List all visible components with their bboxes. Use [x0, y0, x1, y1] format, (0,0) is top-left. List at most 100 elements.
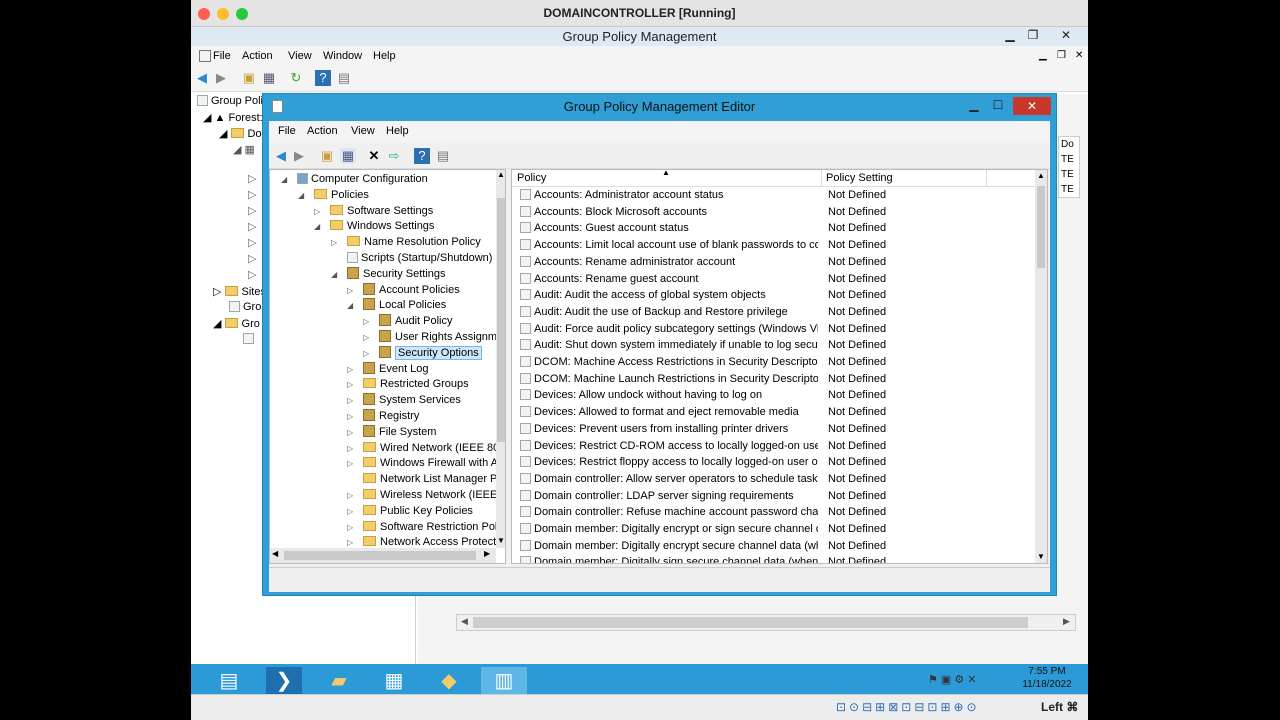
horizontal-scrollbar[interactable]: ◀ ▶ [456, 614, 1076, 631]
file-explorer-icon[interactable]: ▰ [321, 667, 357, 694]
export-icon[interactable]: ⇨ [386, 148, 402, 164]
tree-expander[interactable]: ▷ [248, 204, 256, 217]
maximize-icon[interactable]: ☐ [987, 98, 1009, 114]
tree-expander-icon[interactable]: ▷ [331, 235, 347, 250]
tree-item-group-policy[interactable]: Group Poli [197, 95, 263, 107]
zoom-icon[interactable] [236, 8, 248, 20]
tree-expander[interactable]: ▷ [248, 172, 256, 185]
scroll-right-icon[interactable]: ▶ [1063, 616, 1070, 627]
menu-action[interactable]: Action [307, 125, 338, 137]
table-row[interactable]: Devices: Prevent users from installing p… [512, 421, 1035, 438]
delete-icon[interactable]: ✕ [366, 148, 382, 164]
tree-expander-icon[interactable]: ▷ [347, 504, 363, 519]
table-row[interactable]: Accounts: Administrator account status No… [512, 187, 1035, 204]
close-icon[interactable]: ✕ [1013, 97, 1051, 115]
tree-item[interactable]: ▷ Name Resolution Policy [331, 235, 481, 250]
table-row[interactable]: Accounts: Rename administrator account No… [512, 254, 1035, 271]
tree-item-domains[interactable]: ◢ Dor [219, 127, 265, 140]
table-row[interactable]: Domain member: Digitally encrypt or sign… [512, 521, 1035, 538]
scroll-down-icon[interactable]: ▼ [497, 536, 505, 545]
scroll-thumb[interactable] [473, 617, 1028, 628]
admin-tools-icon[interactable]: ◆ [431, 667, 467, 694]
tree-item[interactable]: ▷ Registry [347, 409, 419, 424]
tree-item[interactable]: ◢ Windows Settings [314, 219, 434, 234]
scroll-up-icon[interactable]: ▲ [1037, 171, 1045, 180]
table-row[interactable]: Domain controller: Refuse machine accoun… [512, 504, 1035, 521]
tree-expander-icon[interactable]: ▷ [347, 362, 363, 377]
tree-expander-icon[interactable]: ▷ [347, 377, 363, 392]
tree-item[interactable]: ▷ Security Options [363, 345, 482, 361]
close-icon[interactable] [198, 8, 210, 20]
column-header-policy[interactable]: Policy [517, 172, 546, 184]
table-row[interactable]: Accounts: Block Microsoft accounts Not De… [512, 204, 1035, 221]
tree-item[interactable]: ▷ Wired Network (IEEE 802.3) [347, 441, 505, 456]
tree-item[interactable]: ▷ Account Policies [347, 282, 460, 298]
forward-icon[interactable]: ▶ [291, 148, 307, 164]
menu-view[interactable]: View [351, 125, 375, 137]
scroll-right-icon[interactable]: ▶ [484, 549, 490, 558]
tree-expander-icon[interactable]: ▷ [347, 283, 363, 298]
tree-item[interactable]: ▷ Wireless Network (IEEE 802 [347, 488, 505, 503]
tree-item-forest[interactable]: ◢ ▲ Forest: [203, 111, 263, 124]
tree-item-sites[interactable]: ▷ Sites [213, 285, 266, 298]
table-row[interactable]: Domain member: Digitally sign secure cha… [512, 554, 1035, 563]
table-row[interactable]: Audit: Audit the use of Backup and Resto… [512, 304, 1035, 321]
menu-window[interactable]: Window [323, 50, 362, 62]
scroll-thumb[interactable] [497, 198, 505, 442]
menu-file[interactable]: File [213, 50, 231, 62]
tree-item[interactable]: ▷ Software Settings [314, 204, 433, 219]
help-icon[interactable]: ? [414, 148, 430, 164]
tree-item-policy[interactable] [243, 333, 257, 345]
properties-icon[interactable]: ▤ [435, 148, 451, 164]
tree-item[interactable]: Network List Manager Poli [347, 472, 505, 487]
help-icon[interactable]: ? [315, 70, 331, 86]
tree-expander-icon[interactable]: ◢ [298, 188, 314, 203]
table-row[interactable]: DCOM: Machine Access Restrictions in Sec… [512, 354, 1035, 371]
tree-expander-icon[interactable]: ◢ [331, 267, 347, 282]
menu-action[interactable]: Action [242, 50, 273, 62]
properties-icon[interactable]: ▤ [336, 70, 352, 86]
gpme-taskbar-icon[interactable]: ▥ [481, 667, 527, 694]
tree-expander-icon[interactable]: ▷ [347, 425, 363, 440]
table-row[interactable]: Domain member: Digitally encrypt secure … [512, 538, 1035, 555]
tree-item[interactable]: ◢ Policies [298, 188, 369, 203]
back-icon[interactable]: ◀ [194, 70, 210, 86]
up-folder-icon[interactable]: ▣ [241, 70, 257, 86]
restore-icon[interactable]: ❐ [1022, 28, 1044, 44]
tree-item[interactable]: ◢ Computer Configuration [281, 172, 428, 187]
table-row[interactable]: DCOM: Machine Launch Restrictions in Sec… [512, 371, 1035, 388]
menu-help[interactable]: Help [373, 50, 396, 62]
scroll-up-icon[interactable]: ▲ [497, 170, 505, 179]
tree-expander-icon[interactable]: ▷ [347, 441, 363, 456]
table-row[interactable]: Devices: Restrict floppy access to local… [512, 454, 1035, 471]
tree-expander-icon[interactable]: ▷ [347, 456, 363, 471]
powershell-icon[interactable]: ❯ [266, 667, 302, 694]
menu-file[interactable]: File [278, 125, 296, 137]
back-icon[interactable]: ◀ [273, 148, 289, 164]
tree-item[interactable]: ◢ Security Settings [331, 266, 446, 282]
tree-expander-icon[interactable]: ▷ [347, 488, 363, 503]
tree-item-gpm[interactable]: Gro [229, 301, 261, 313]
scroll-left-icon[interactable]: ◀ [461, 616, 468, 627]
clock-time[interactable]: 7:55 PM [1017, 666, 1077, 677]
tree-expander-icon[interactable]: ▷ [347, 393, 363, 408]
table-row[interactable]: Devices: Allow undock without having to … [512, 387, 1035, 404]
horizontal-scrollbar[interactable]: ◀ ▶ [270, 548, 496, 563]
forward-icon[interactable]: ▶ [213, 70, 229, 86]
tree-expander-icon[interactable]: ▷ [363, 330, 379, 345]
gpm-taskbar-icon[interactable]: ▦ [376, 667, 412, 694]
scroll-thumb[interactable] [1037, 186, 1045, 268]
tray-icons[interactable]: ⚑ ▣ ⚙ ✕ [928, 673, 977, 686]
mdi-restore-icon[interactable]: ❐ [1057, 50, 1066, 61]
tree-item[interactable]: ▷ Audit Policy [363, 314, 452, 329]
tree-item[interactable]: ▷ File System [347, 424, 436, 440]
tree-expander[interactable]: ▷ [248, 236, 256, 249]
up-folder-icon[interactable]: ▣ [319, 148, 335, 164]
menu-help[interactable]: Help [386, 125, 409, 137]
tree-item[interactable]: ▷ Event Log [347, 361, 429, 377]
show-hide-tree-icon[interactable]: ▦ [340, 148, 356, 164]
mdi-minimize-icon[interactable]: ▁ [1039, 50, 1047, 61]
column-header-setting[interactable]: Policy Setting [826, 172, 893, 184]
minimize-icon[interactable] [217, 8, 229, 20]
tree-expander-icon[interactable]: ▷ [347, 409, 363, 424]
